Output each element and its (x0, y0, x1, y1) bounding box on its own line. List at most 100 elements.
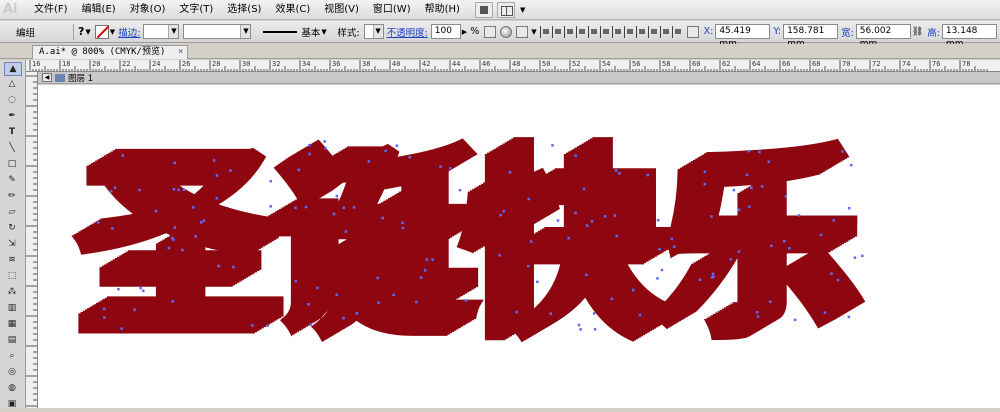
menu-window[interactable]: 窗口(W) (366, 1, 418, 19)
anchor-point[interactable] (133, 308, 136, 312)
anchor-point[interactable] (251, 324, 254, 327)
anchor-point[interactable] (850, 163, 853, 167)
height-input[interactable]: 13.148 mm (941, 24, 997, 49)
anchor-point[interactable] (703, 182, 707, 186)
anchor-point[interactable] (304, 205, 308, 209)
menu-file[interactable]: 文件(F) (27, 1, 75, 19)
anchor-point[interactable] (381, 216, 384, 220)
anchor-point[interactable] (269, 205, 272, 208)
anchor-point[interactable] (266, 324, 269, 327)
vertical-ruler[interactable] (26, 72, 38, 408)
symbol-sprayer-tool[interactable]: ⁂ (4, 286, 22, 300)
anchor-point[interactable] (217, 264, 220, 268)
anchor-point[interactable] (549, 312, 553, 315)
anchor-point[interactable] (551, 144, 554, 147)
anchor-point[interactable] (729, 258, 732, 261)
anchor-point[interactable] (215, 196, 219, 200)
scale-tool[interactable]: ⇲ (4, 238, 22, 252)
live-paint-tool[interactable]: ◍ (4, 382, 22, 396)
fill-dropdown-icon[interactable]: ▼ (85, 28, 90, 36)
distribute-right-icon[interactable] (671, 25, 682, 38)
distribute-middle-icon[interactable] (623, 25, 634, 38)
anchor-point[interactable] (154, 209, 158, 213)
anchor-point[interactable] (342, 316, 345, 320)
anchor-point[interactable] (819, 233, 823, 237)
direct-selection-tool[interactable]: △ (4, 78, 22, 92)
anchor-point[interactable] (756, 315, 760, 318)
stroke-swatch[interactable] (94, 24, 109, 39)
anchor-point[interactable] (425, 258, 429, 261)
anchor-point[interactable] (172, 188, 176, 191)
pencil-tool[interactable]: ✏ (4, 190, 22, 204)
anchor-point[interactable] (324, 146, 327, 150)
anchor-point[interactable] (323, 140, 326, 143)
anchor-point[interactable] (419, 276, 423, 279)
anchor-point[interactable] (590, 220, 594, 223)
width-input[interactable]: 56.002 mm (855, 24, 911, 49)
anchor-point[interactable] (332, 212, 336, 216)
recolor-artwork-icon[interactable] (484, 25, 497, 38)
anchor-point[interactable] (458, 188, 462, 192)
anchor-point[interactable] (191, 206, 195, 209)
anchor-point[interactable] (142, 289, 145, 293)
anchor-point[interactable] (392, 293, 395, 297)
anchor-point[interactable] (335, 194, 339, 198)
anchor-point[interactable] (732, 188, 736, 192)
close-icon[interactable]: × (178, 46, 183, 58)
anchor-point[interactable] (138, 188, 141, 192)
anchor-point[interactable] (853, 256, 857, 259)
document-setup-icon[interactable] (500, 25, 513, 38)
anchor-point[interactable] (610, 297, 614, 301)
anchor-point[interactable] (823, 311, 827, 314)
align-left-icon[interactable] (539, 25, 550, 38)
anchor-point[interactable] (618, 172, 621, 175)
type-tool[interactable]: T (4, 126, 22, 140)
opacity-input[interactable]: 100 (430, 24, 461, 39)
anchor-point[interactable] (767, 160, 770, 164)
distribute-top-icon[interactable] (611, 25, 622, 38)
anchor-point[interactable] (536, 280, 539, 284)
anchor-point[interactable] (658, 247, 661, 251)
anchor-point[interactable] (747, 149, 751, 153)
anchor-point[interactable] (367, 160, 371, 163)
bridge-icon[interactable] (474, 1, 493, 18)
anchor-point[interactable] (660, 268, 664, 272)
anchor-point[interactable] (97, 221, 100, 224)
anchor-point[interactable] (377, 301, 380, 304)
anchor-point[interactable] (737, 208, 741, 211)
anchor-point[interactable] (737, 250, 741, 253)
align-right-icon[interactable] (563, 25, 574, 38)
rectangle-tool[interactable]: □ (4, 158, 22, 172)
anchor-point[interactable] (750, 186, 753, 190)
anchor-point[interactable] (401, 221, 404, 225)
anchor-point[interactable] (672, 245, 676, 248)
anchor-point[interactable] (139, 286, 142, 290)
anchor-point[interactable] (797, 214, 801, 217)
stroke-weight-select[interactable]: ▼ (143, 24, 180, 39)
anchor-point[interactable] (173, 226, 177, 229)
anchor-point[interactable] (556, 219, 560, 222)
anchor-point[interactable] (745, 173, 749, 177)
distribute-left-icon[interactable] (647, 25, 658, 38)
anchor-point[interactable] (508, 170, 512, 174)
anchor-point[interactable] (177, 188, 180, 192)
chevron-down-icon[interactable]: ▼ (531, 28, 536, 36)
anchor-point[interactable] (212, 159, 216, 162)
anchor-point[interactable] (113, 186, 117, 189)
anchor-point[interactable] (530, 240, 533, 243)
anchor-point[interactable] (199, 221, 203, 224)
anchor-point[interactable] (711, 272, 715, 276)
anchor-point[interactable] (703, 170, 707, 173)
anchor-point[interactable] (836, 278, 840, 282)
anchor-point[interactable] (592, 312, 596, 315)
eyedropper-tool[interactable]: ⌕ (4, 350, 22, 364)
anchor-point[interactable] (656, 277, 659, 280)
anchor-point[interactable] (502, 210, 506, 213)
anchor-point[interactable] (355, 312, 358, 315)
anchor-point[interactable] (582, 187, 586, 191)
reference-point-icon[interactable] (686, 25, 699, 38)
anchor-point[interactable] (308, 152, 311, 156)
anchor-point[interactable] (121, 154, 124, 157)
anchor-point[interactable] (615, 234, 618, 238)
anchor-point[interactable] (464, 299, 467, 302)
